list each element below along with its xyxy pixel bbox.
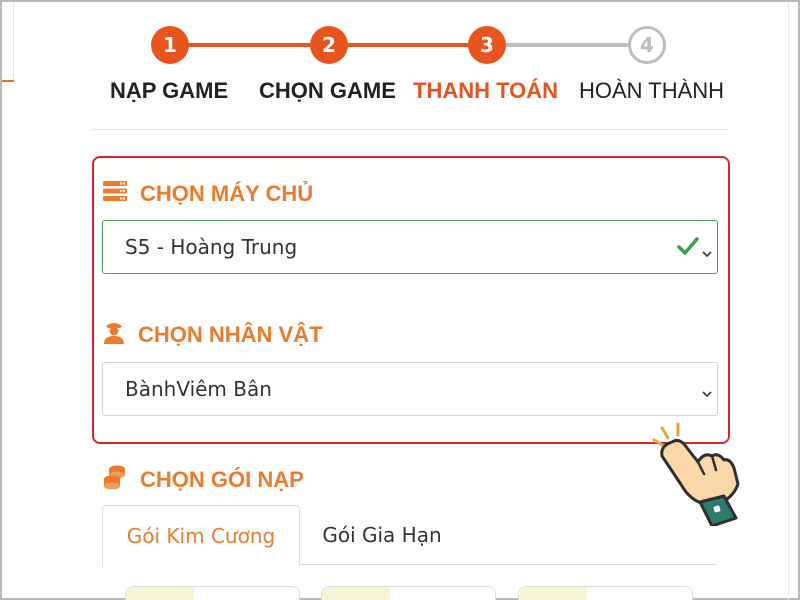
chevron-down-icon	[701, 381, 713, 405]
character-section-title: CHỌN NHÂN VẬT	[138, 322, 323, 347]
tab-kim-cuong-label: Gói Kim Cương	[126, 523, 276, 548]
left-panel-edge	[2, 2, 14, 82]
step-1-circle: 1	[151, 26, 189, 64]
server-section-header: CHỌN MÁY CHỦ	[102, 180, 313, 208]
step-1-label: NẠP GAME	[110, 78, 229, 103]
package-section-title: CHỌN GÓI NẠP	[140, 467, 304, 492]
server-section-title: CHỌN MÁY CHỦ	[140, 181, 314, 206]
package-section-header: CHỌN GÓI NẠP	[102, 464, 304, 496]
server-icon	[102, 180, 128, 208]
coins-icon	[102, 464, 128, 496]
step-connector-1	[188, 43, 328, 47]
step-2-circle: 2	[310, 26, 348, 64]
step-2-label: CHỌN GAME	[259, 78, 396, 103]
package-card[interactable]	[518, 586, 693, 600]
step-connector-3	[505, 43, 645, 47]
checkmark-icon	[677, 235, 699, 262]
package-card[interactable]	[125, 586, 300, 600]
package-card[interactable]	[321, 586, 496, 600]
chevron-down-icon	[701, 241, 713, 265]
character-select[interactable]: BànhViêm Bân	[102, 362, 718, 416]
server-select[interactable]: S5 - Hoàng Trung	[102, 220, 718, 274]
hand-pointer-icon	[634, 422, 746, 530]
checkout-stepper: 1 2 3 4 NẠP GAME CHỌN GAME THANH TOÁN HO…	[102, 24, 725, 114]
step-3-label: THANH TOÁN	[413, 78, 559, 103]
tab-gia-han-label: Gói Gia Hạn	[322, 523, 442, 547]
stepper-divider	[90, 129, 728, 130]
tab-gia-han[interactable]: Gói Gia Hạn	[292, 505, 472, 565]
server-character-selection-box: CHỌN MÁY CHỦ S5 - Hoàng Trung CHỌN NHÂN …	[92, 156, 730, 444]
character-section-header: CHỌN NHÂN VẬT	[102, 320, 323, 350]
step-connector-2	[347, 43, 487, 47]
step-4-circle: 4	[628, 26, 666, 64]
server-select-value: S5 - Hoàng Trung	[125, 235, 298, 259]
character-select-value: BànhViêm Bân	[125, 377, 272, 401]
user-icon	[102, 320, 126, 350]
right-panel-edge	[788, 2, 798, 600]
step-3-circle: 3	[468, 26, 506, 64]
step-4-label: HOÀN THÀNH	[579, 78, 725, 103]
tab-kim-cuong[interactable]: Gói Kim Cương	[102, 505, 300, 566]
